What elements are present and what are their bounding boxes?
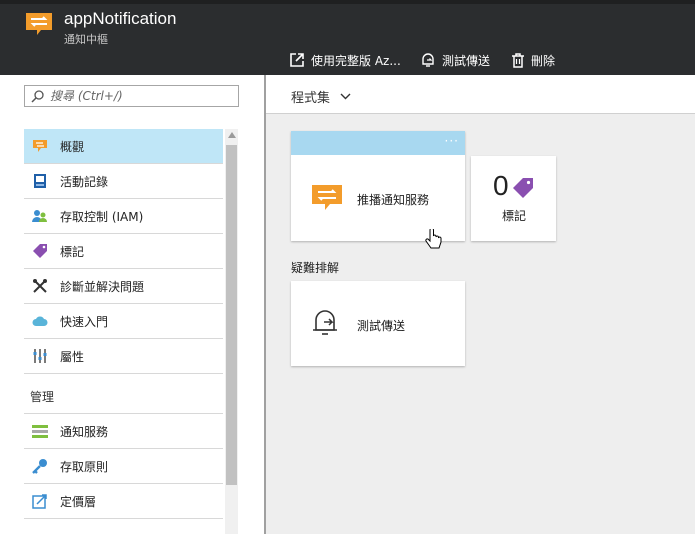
menu-item-pricing-tier[interactable]: 定價層 <box>24 484 223 519</box>
menu-item-overview[interactable]: 概觀 <box>24 129 223 164</box>
resource-menu: 概觀 活動記錄 存取控制 (IAM) 標記 診斷並解決問題 快速入門 屬性 管理… <box>24 129 223 519</box>
delete-label: 刪除 <box>531 53 556 68</box>
menu-item-label: 屬性 <box>60 349 85 364</box>
menu-item-access-policies[interactable]: 存取原則 <box>24 449 223 484</box>
menu-item-diagnose[interactable]: 診斷並解決問題 <box>24 269 223 304</box>
tile-header: ··· <box>291 131 465 155</box>
search-input[interactable] <box>50 89 230 103</box>
menu-item-notification-services[interactable]: 通知服務 <box>24 414 223 449</box>
menu-item-label: 存取原則 <box>60 459 109 474</box>
bell-send-icon <box>311 308 341 341</box>
menu-item-label: 活動記錄 <box>60 174 109 189</box>
tile-tags[interactable]: 0 標記 <box>471 156 556 241</box>
open-external-icon <box>290 53 304 67</box>
open-full-portal-button[interactable]: 使用完整版 Az... <box>289 50 401 70</box>
menu-section-manage: 管理 <box>24 374 223 414</box>
menu-scrollbar[interactable] <box>225 129 238 534</box>
scrollbar-thumb[interactable] <box>226 145 237 485</box>
tag-icon <box>32 243 48 259</box>
menu-item-label: 診斷並解決問題 <box>60 279 145 294</box>
key-icon <box>32 458 48 474</box>
hand-pointer-cursor-icon <box>425 227 443 254</box>
access-control-icon <box>32 208 48 224</box>
tags-tile-label: 標記 <box>502 209 527 223</box>
scroll-up-arrow-icon[interactable] <box>228 132 236 138</box>
resource-menu-panel: 概觀 活動記錄 存取控制 (IAM) 標記 診斷並解決問題 <box>0 75 264 534</box>
tile-push-notification-services[interactable]: ··· 推播通知服務 <box>291 131 465 249</box>
collection-label: 程式集 <box>291 91 331 106</box>
search-icon <box>31 89 44 103</box>
menu-item-activity-log[interactable]: 活動記錄 <box>24 164 223 199</box>
notification-services-icon <box>32 423 48 439</box>
test-send-command-label: 測試傳送 <box>442 53 491 68</box>
menu-item-quickstart[interactable]: 快速入門 <box>24 304 223 339</box>
bell-send-icon <box>422 53 434 67</box>
menu-item-properties[interactable]: 屬性 <box>24 339 223 374</box>
delete-button[interactable]: 刪除 <box>511 50 555 70</box>
tile-test-send[interactable]: 測試傳送 <box>291 281 465 366</box>
trash-icon <box>512 53 524 68</box>
tag-count: 0 <box>493 170 509 201</box>
chevron-down-icon <box>340 93 351 100</box>
menu-item-tags[interactable]: 標記 <box>24 234 223 269</box>
properties-icon <box>32 348 48 364</box>
open-full-portal-label: 使用完整版 Az... <box>311 53 401 68</box>
top-header: appNotification 通知中樞 使用完整版 Az... 測試傳送 刪除 <box>0 0 695 75</box>
notification-hub-icon <box>24 10 54 40</box>
cloud-icon <box>32 313 48 329</box>
menu-search-box[interactable] <box>24 85 239 107</box>
pricing-tier-icon <box>32 493 48 509</box>
collection-bar: 程式集 <box>266 75 695 114</box>
push-tile-label: 推播通知服務 <box>357 193 430 207</box>
test-send-tile-label: 測試傳送 <box>357 319 406 333</box>
top-strip <box>0 0 695 4</box>
app-subtitle: 通知中樞 <box>64 33 108 46</box>
menu-item-label: 概觀 <box>60 139 85 154</box>
menu-item-label: 快速入門 <box>60 314 109 329</box>
test-send-command-button[interactable]: 測試傳送 <box>420 50 490 70</box>
section-troubleshooting: 疑難排解 <box>291 261 340 275</box>
tag-icon <box>512 177 534 202</box>
menu-item-label: 通知服務 <box>60 424 109 439</box>
more-options-icon[interactable]: ··· <box>445 134 459 148</box>
overview-canvas: ··· 推播通知服務 0 標記 疑難排解 測試傳送 <box>266 114 695 534</box>
menu-item-label: 標記 <box>60 244 85 259</box>
menu-item-label: 定價層 <box>60 494 97 509</box>
overview-icon <box>32 138 48 154</box>
app-title: appNotification <box>64 9 177 28</box>
wrench-icon <box>32 278 48 294</box>
collection-dropdown[interactable]: 程式集 <box>291 87 351 106</box>
menu-item-access-control[interactable]: 存取控制 (IAM) <box>24 199 223 234</box>
notification-hub-icon <box>311 183 343 216</box>
activity-log-icon <box>32 173 48 189</box>
menu-item-label: 存取控制 (IAM) <box>60 209 144 224</box>
